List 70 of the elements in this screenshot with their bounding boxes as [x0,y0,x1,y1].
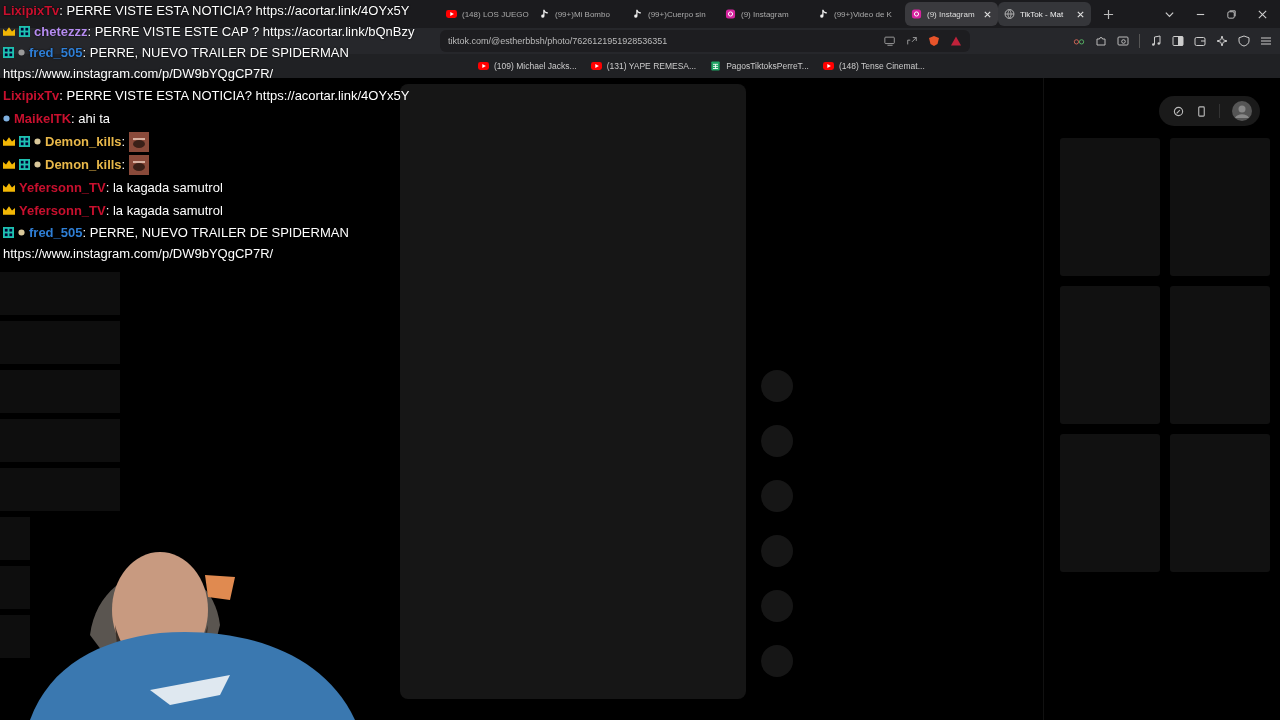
browser-tab[interactable]: (9) Instagram [719,2,812,26]
chat-message: Yefersonn_TV: la kagada samutrol [19,202,223,220]
chat-message: LixipixTv: PERRE VISTE ESTA NOTICIA? https://acortar.link/4OYx5Y [3,2,410,20]
emote-icon [129,154,150,175]
subscriber-badge-icon [19,26,30,37]
chat-message: LixipixTv: PERRE VISTE ESTA NOTICIA? https://acortar.link/4OYx5Y [3,87,410,105]
play-icon [822,61,834,71]
chat-message: Yefersonn_TV: la kagada samutrol [19,179,223,197]
emote-icon [129,131,150,152]
shield-icon[interactable] [1238,35,1250,47]
url-text: tiktok.com/@estherbbsh/photo/7626121951928536351 [448,36,668,46]
play-icon [478,61,489,71]
spreadsheet-icon [710,61,722,71]
browser-tab[interactable]: (99+)Cuerpo sin [626,2,719,26]
avatar-icon[interactable] [1232,101,1252,121]
subscriber-badge-icon [19,159,30,170]
play-icon [590,61,602,71]
music-note-icon [539,9,550,19]
globe-icon [1004,9,1015,19]
share-icon[interactable] [906,35,918,47]
shield-icon[interactable] [928,35,940,47]
dot-icon [34,138,41,145]
triangle-icon[interactable] [950,35,962,47]
chat-message: MaikelTK: ahi ta [14,110,111,128]
crown-icon [3,27,15,36]
subscriber-badge-icon [19,136,30,147]
sidebar-icon[interactable] [1172,35,1184,47]
screen-icon[interactable] [884,35,896,47]
crown-icon [3,206,15,215]
wallet-icon[interactable] [1194,35,1206,47]
music-note-icon[interactable] [1150,35,1162,47]
subscriber-badge-icon [3,47,14,58]
chat-message: Demon_kills: [45,156,126,174]
restore-icon[interactable] [1226,8,1237,20]
chat-message: fred_505: PERRE, NUEVO TRAILER DE SPIDERMAN [29,224,349,242]
close-icon[interactable] [1076,9,1085,19]
browser-tab[interactable]: (99+)Mi Bombo [533,2,626,26]
bookmark[interactable]: (148) Tense Cinemat... [822,61,925,71]
address-bar[interactable]: tiktok.com/@estherbbsh/photo/7626121951928536351 [440,30,970,52]
bookmark[interactable]: (109) Michael Jacks... [478,61,577,71]
crown-icon [3,160,15,169]
chat-message: Demon_kills: [45,133,126,151]
bookmark[interactable]: (131) YAPE REMESA... [590,61,697,71]
dot-icon [34,161,41,168]
browser-tab[interactable]: (99+)Video de K [812,2,905,26]
crown-icon [3,183,15,192]
camera-icon [911,9,922,19]
bookmark[interactable]: PagosTiktoksPerreT... [710,61,809,71]
play-icon [446,9,457,19]
chat-message: fred_505: PERRE, NUEVO TRAILER DE SPIDERMAN [29,44,349,62]
browser-tab[interactable]: (9) Instagram [905,2,998,26]
menu-icon[interactable] [1260,35,1272,47]
crown-icon [3,137,15,146]
close-icon[interactable] [1257,8,1268,20]
browser-tab[interactable]: (148) LOS JUEGO [440,2,533,26]
music-note-icon [818,9,829,19]
phone-icon[interactable] [1196,105,1207,117]
dot-icon [18,229,25,236]
music-note-icon [632,9,643,19]
browser-tab[interactable]: TikTok - Mat [998,2,1091,26]
sparkle-icon[interactable] [1216,35,1228,47]
window-icon[interactable] [1117,35,1129,47]
close-icon[interactable] [983,9,992,19]
chat-message: chetezzz: PERRE VISTE ESTE CAP ? https://acortar.link/bQnBzy [34,23,415,41]
new-tab-icon[interactable] [1103,8,1114,20]
camera-icon [725,9,736,19]
subscriber-badge-icon [3,227,14,238]
dot-icon [18,49,25,56]
compass-icon[interactable] [1173,105,1184,117]
dot-icon [3,115,10,122]
